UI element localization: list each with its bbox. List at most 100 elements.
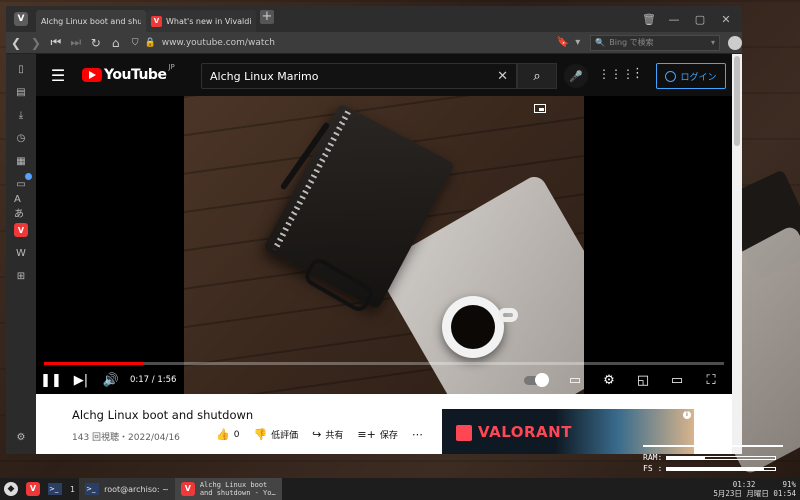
fast-forward-button[interactable]: ⏭	[66, 33, 86, 53]
ram-bar-fill	[667, 456, 706, 459]
fullscreen-icon[interactable]: ⛶	[696, 373, 726, 388]
scrollbar-thumb[interactable]	[734, 56, 740, 146]
hamburger-menu-icon[interactable]: ☰	[38, 55, 78, 95]
bookmarks-panel-icon[interactable]: ▯	[14, 62, 28, 76]
ad-banner[interactable]: VALORANT i	[442, 409, 694, 454]
search-engine-field[interactable]: 🔍 Bing で検索 ▾	[590, 34, 721, 51]
terminal-icon: >_	[48, 483, 62, 495]
vivaldi-menu-button[interactable]: V	[10, 8, 32, 30]
video-player[interactable]: ❚❚ ▶| 🔊 0:17 / 1:56 ▭ ⚙ ◱ ▭ ⛶	[36, 96, 732, 394]
search-icon: ⌕	[533, 68, 541, 84]
forward-button[interactable]: ❯	[26, 33, 46, 53]
terminal-icon: >_	[85, 483, 100, 495]
chevron-down-icon[interactable]: ▾	[711, 38, 715, 47]
video-info: Alchg Linux boot and shutdown 143 回視聴・20…	[36, 394, 732, 454]
youtube-logo[interactable]: YouTube JP	[82, 63, 175, 83]
taskbar-terminal-launcher[interactable]: >_	[44, 478, 66, 500]
subtitles-icon[interactable]: ▭	[560, 373, 590, 388]
user-circle-icon	[665, 70, 677, 82]
page-scrollbar[interactable]	[732, 54, 742, 454]
tab-vivaldi-news[interactable]: V What's new in Vivaldi | Viva	[146, 10, 256, 32]
new-tab-button[interactable]: +	[260, 10, 274, 24]
rewind-icon: ⏮	[50, 35, 62, 49]
more-actions-button[interactable]: ⋯	[412, 428, 423, 441]
wikipedia-panel-icon[interactable]: W	[14, 246, 28, 260]
ram-bar	[666, 455, 777, 460]
share-button[interactable]: ↪ 共有	[312, 428, 343, 441]
back-button[interactable]: ❮	[6, 33, 26, 53]
clear-search-icon[interactable]: ✕	[497, 69, 508, 84]
more-options-icon[interactable]: ⋮	[631, 66, 644, 81]
maximize-icon[interactable]: ▢	[694, 13, 706, 26]
fs-bar-fill	[667, 467, 765, 470]
share-icon: ↪	[312, 428, 322, 441]
reload-button[interactable]: ↻	[86, 33, 106, 53]
dislike-label: 低評価	[271, 431, 299, 441]
window-controls: 🗑 — ▢ ✕	[642, 13, 742, 26]
tab-title: What's new in Vivaldi | Viva	[166, 16, 251, 26]
taskbar-terminal-task[interactable]: >_ root@archiso: ~	[79, 478, 175, 500]
youtube-search-button[interactable]: ⌕	[517, 63, 557, 89]
system-clock[interactable]: 01:32 91% 5月23日 月曜日 01:54	[713, 480, 796, 498]
add-web-panel-icon[interactable]: ⊞	[14, 269, 28, 283]
like-button[interactable]: 👍 0	[216, 428, 239, 441]
clock-time: 01:32	[732, 480, 756, 489]
reload-icon: ↻	[90, 35, 101, 50]
downloads-icon[interactable]: ⤓	[14, 108, 28, 122]
login-button[interactable]: ログイン	[656, 63, 726, 89]
url-field[interactable]: ⛉ 🔒 www.youtube.com/watch	[132, 35, 551, 51]
youtube-play-logo-icon	[82, 68, 102, 82]
taskbar-browser-task[interactable]: V Alchg Linux boot and shutdown - Yo…	[174, 478, 282, 500]
rewind-button[interactable]: ⏮	[46, 33, 66, 53]
window-panel-icon[interactable]: ▭	[14, 173, 32, 191]
profile-avatar-button[interactable]	[728, 35, 742, 50]
theater-mode-icon[interactable]: ▭	[662, 373, 692, 388]
progress-bar[interactable]	[44, 362, 724, 365]
conky-fs-row: FS :	[643, 463, 800, 474]
volume-icon[interactable]: 🔊	[96, 373, 126, 388]
video-actions: 👍 0 👎 低評価 ↪ 共有 ≡+ 保存 ⋯	[216, 428, 423, 441]
home-button[interactable]: ⌂	[106, 33, 126, 53]
save-button[interactable]: ≡+ 保存	[357, 428, 397, 441]
shield-icon: ⛉	[131, 37, 139, 48]
video-cup-handle	[498, 308, 518, 322]
autoplay-toggle[interactable]	[524, 372, 549, 387]
notification-badge	[25, 173, 32, 180]
tab-youtube[interactable]: Alchg Linux boot and shutd	[36, 10, 732, 454]
microphone-icon: 🎤	[569, 69, 583, 83]
taskbar-vivaldi-launcher[interactable]: V	[22, 478, 44, 500]
search-placeholder: Bing で検索	[609, 38, 654, 47]
picture-in-picture-icon[interactable]	[534, 104, 546, 113]
app-launcher-button[interactable]: ◆	[0, 478, 22, 500]
youtube-page: ☰ YouTube JP Alchg Linux Marimo ✕ ⌕ 🎤 ⋮⋮…	[36, 54, 732, 454]
ad-info-icon[interactable]: i	[683, 411, 691, 419]
youtube-search-input[interactable]: Alchg Linux Marimo ✕	[201, 63, 517, 89]
trash-icon[interactable]: 🗑	[642, 13, 656, 26]
miniplayer-icon[interactable]: ◱	[628, 373, 658, 388]
ram-label: RAM:	[643, 453, 663, 462]
chevron-down-icon[interactable]: ▾	[575, 37, 580, 48]
lock-icon: 🔒	[144, 37, 156, 48]
fast-forward-icon: ⏭	[70, 35, 82, 49]
thumbs-up-icon: 👍	[216, 428, 230, 441]
dislike-button[interactable]: 👎 低評価	[253, 428, 298, 441]
vivaldi-web-panel-icon[interactable]: V	[14, 223, 28, 237]
video-meta: 143 回視聴・2022/04/16	[72, 433, 180, 443]
bookmark-icon[interactable]: 🔖	[557, 37, 569, 48]
voice-search-button[interactable]: 🎤	[564, 64, 588, 88]
arrow-left-icon: ❮	[10, 35, 21, 50]
close-icon[interactable]: ✕	[720, 13, 732, 26]
apps-grid-icon[interactable]: ⋮⋮⋮	[598, 67, 634, 81]
reading-list-icon[interactable]: ▤	[14, 85, 28, 99]
pause-icon[interactable]: ❚❚	[36, 373, 66, 388]
notes-icon[interactable]: ▦	[14, 154, 28, 168]
search-query: Alchg Linux Marimo	[210, 69, 319, 83]
vivaldi-favicon-icon: V	[151, 15, 162, 27]
settings-gear-icon[interactable]: ⚙	[594, 373, 624, 388]
next-video-icon[interactable]: ▶|	[66, 373, 96, 388]
settings-gear-icon[interactable]: ⚙	[14, 430, 28, 444]
minimize-icon[interactable]: —	[668, 13, 680, 26]
workspace-indicator[interactable]: 1	[66, 478, 79, 500]
translate-icon[interactable]: Aあ	[14, 194, 28, 220]
history-icon[interactable]: ◷	[14, 131, 28, 145]
